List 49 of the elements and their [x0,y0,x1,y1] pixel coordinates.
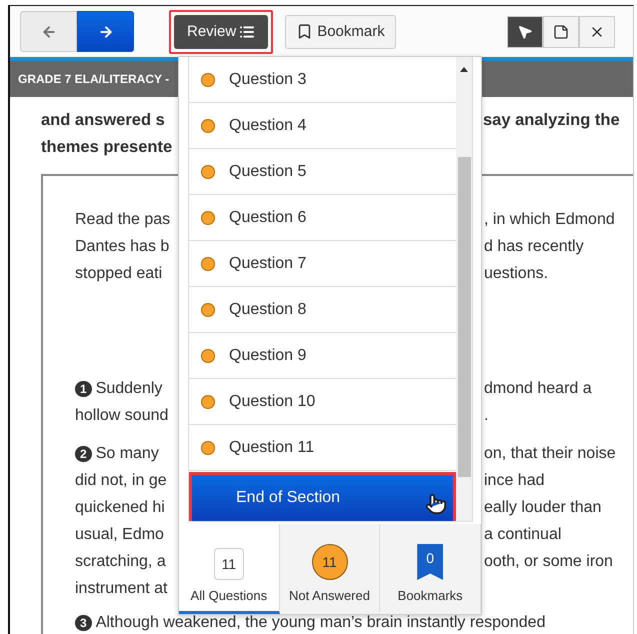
text-fragment: hollow sound [75,406,168,426]
bookmark-count-icon: 0 [417,544,444,580]
text-fragment: instrument at [75,579,168,599]
text-fragment: . [484,406,488,426]
filter-tab[interactable]: 0 Bookmarks [380,524,482,614]
text-fragment: themes presente [41,137,172,157]
count-box: 11 [214,548,244,580]
hand-cursor-icon [425,493,447,515]
text-fragment: ooth, or some iron [484,552,613,572]
scroll-up-icon [460,67,468,73]
text-fragment: Read the pas [75,210,170,230]
text-fragment: ince had [484,471,544,491]
text-fragment: , in which Edmond [484,210,615,230]
filter-tab[interactable]: 11 Not Answered [280,524,380,614]
right-arrow-icon [98,24,114,40]
section-title: GRADE 7 ELA/LITERACY - [18,72,170,86]
note-icon [553,24,569,40]
text-fragment: d has recently [484,237,584,257]
close-tool-button[interactable] [579,16,615,48]
note-tool-button[interactable] [543,16,579,48]
paragraph-number: 1 [75,381,92,397]
text-fragment: Suddenly [96,380,162,397]
review-button[interactable]: Review [174,14,268,48]
forward-button[interactable] [77,11,134,52]
pointer-tool-button[interactable] [507,16,543,48]
end-of-section-item[interactable]: End of Section [192,475,453,521]
text-fragment: stopped eati [75,264,162,284]
text-fragment: did not, in ge [75,471,167,491]
text-fragment: on, that their noise [484,444,616,464]
text-fragment: Dantes has b [75,237,170,257]
paragraph-number: 2 [75,446,92,462]
text-fragment: So many [96,445,159,462]
scroll-thumb[interactable] [458,157,470,477]
list-icon [239,24,256,40]
text-fragment: Although weakened, the young man’s brain instantly responded [96,614,546,631]
text-fragment: a continual [484,525,562,545]
count-badge: 11 [312,544,348,580]
text-fragment: eally louder than [484,498,602,518]
text-fragment: quickened hi [75,498,165,518]
text-fragment: dmond heard a [484,379,592,399]
text-fragment: usual, Edmo [75,525,164,545]
pointer-icon [517,24,533,40]
bookmark-button[interactable]: Bookmark [285,14,396,48]
text-fragment: uestions. [484,264,548,284]
text-fragment: and answered s [41,110,165,130]
text-fragment: say analyzing the [483,110,620,130]
filter-tab[interactable]: 11 All Questions [179,524,280,614]
paragraph-number: 3 [75,615,92,631]
text-fragment: scratching, a [75,552,166,572]
